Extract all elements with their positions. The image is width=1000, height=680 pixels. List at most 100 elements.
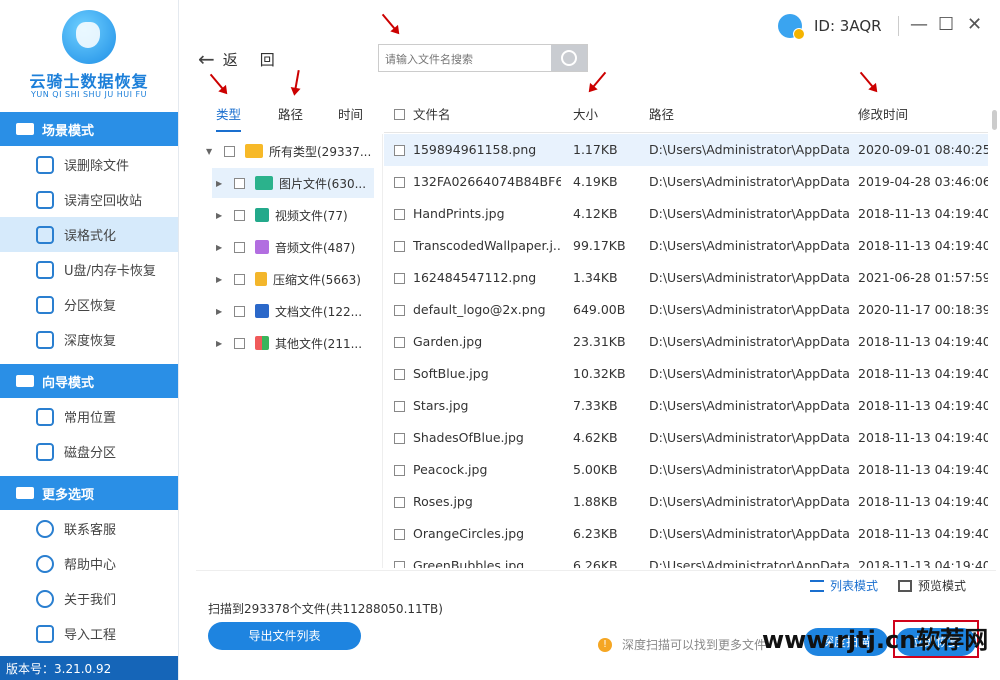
row-checkbox[interactable] xyxy=(394,273,405,284)
sidebar-item-common-locations[interactable]: 常用位置 xyxy=(0,399,178,434)
table-row[interactable]: default_logo@2x.png 649.00B D:\Users\Admin… xyxy=(384,294,988,326)
row-checkbox[interactable] xyxy=(394,337,405,348)
column-header-name[interactable]: 文件名 xyxy=(413,98,451,132)
search-button[interactable] xyxy=(551,45,587,71)
close-icon[interactable]: ✕ xyxy=(967,14,982,36)
tree-item-all[interactable]: ▼ 所有类型(29337... xyxy=(200,136,376,166)
file-mtime-cell: 2019-04-28 03:46:06 xyxy=(858,174,988,189)
table-row[interactable]: OrangeCircles.jpg 6.23KB D:\Users\Administ… xyxy=(384,518,988,550)
tree-checkbox[interactable] xyxy=(234,273,245,285)
file-table: 159894961158.png 1.17KB D:\Users\Administr… xyxy=(384,134,988,568)
sidebar-item-format[interactable]: 误格式化 xyxy=(0,217,178,252)
row-checkbox[interactable] xyxy=(394,209,405,220)
row-checkbox[interactable] xyxy=(394,529,405,540)
tree-checkbox[interactable] xyxy=(234,209,245,221)
deleted-file-icon xyxy=(36,155,54,174)
expand-icon[interactable]: ▶ xyxy=(216,339,226,348)
row-checkbox[interactable] xyxy=(394,401,405,412)
tab-time[interactable]: 时间 xyxy=(338,98,363,130)
table-row[interactable]: HandPrints.jpg 4.12KB D:\Users\Administrat… xyxy=(384,198,988,230)
table-row[interactable]: SoftBlue.jpg 10.32KB D:\Users\Administrato… xyxy=(384,358,988,390)
sidebar-item-help-center[interactable]: 帮助中心 xyxy=(0,546,178,581)
sidebar: 云骑士数据恢复 YUN QI SHI SHU JU HUI FU 场景模式 误删… xyxy=(0,0,179,680)
tree-checkbox[interactable] xyxy=(234,305,245,317)
tab-type[interactable]: 类型 xyxy=(216,98,242,132)
sidebar-item-usb-recovery[interactable]: U盘/内存卡恢复 xyxy=(0,252,178,287)
table-row[interactable]: Stars.jpg 7.33KB D:\Users\Administrator\Ap… xyxy=(384,390,988,422)
tree-item-images[interactable]: ▶ 图片文件(630... xyxy=(212,168,374,198)
file-name-cell: HandPrints.jpg xyxy=(413,206,505,221)
sidebar-item-about[interactable]: 关于我们 xyxy=(0,581,178,616)
list-mode-button[interactable]: 列表模式 xyxy=(810,577,878,594)
column-header-mtime[interactable]: 修改时间 xyxy=(858,98,908,132)
row-checkbox[interactable] xyxy=(394,241,405,252)
back-arrow-icon: ← xyxy=(198,47,215,71)
minimize-icon[interactable]: — xyxy=(910,14,928,36)
table-row[interactable]: 159894961158.png 1.17KB D:\Users\Administr… xyxy=(384,134,988,166)
table-row[interactable]: Peacock.jpg 5.00KB D:\Users\Administrator\… xyxy=(384,454,988,486)
expand-icon[interactable]: ▶ xyxy=(216,275,226,284)
tree-checkbox[interactable] xyxy=(234,241,245,253)
sidebar-item-label: 分区恢复 xyxy=(64,299,117,314)
column-header-size[interactable]: 大小 xyxy=(573,98,598,132)
table-row[interactable]: TranscodedWallpaper.j... 99.17KB D:\Users\… xyxy=(384,230,988,262)
export-file-list-button[interactable]: 导出文件列表 xyxy=(208,622,361,650)
maximize-icon[interactable]: ☐ xyxy=(938,14,954,36)
row-checkbox[interactable] xyxy=(394,305,405,316)
row-checkbox[interactable] xyxy=(394,433,405,444)
table-row[interactable]: Roses.jpg 1.88KB D:\Users\Administrator\Ap… xyxy=(384,486,988,518)
tree-checkbox[interactable] xyxy=(234,337,245,349)
file-size-cell: 4.12KB xyxy=(573,206,618,221)
tree-item-videos[interactable]: ▶ 视频文件(77) xyxy=(212,200,374,230)
tree-checkbox[interactable] xyxy=(234,177,245,189)
tree-item-audio[interactable]: ▶ 音频文件(487) xyxy=(212,232,374,262)
window-separator xyxy=(898,16,899,36)
expand-icon[interactable]: ▶ xyxy=(216,307,226,316)
sidebar-item-recycle-bin[interactable]: 误清空回收站 xyxy=(0,182,178,217)
expand-icon[interactable]: ▶ xyxy=(216,243,226,252)
tree-item-archives[interactable]: ▶ 压缩文件(5663) xyxy=(212,264,374,294)
row-checkbox[interactable] xyxy=(394,465,405,476)
sidebar-item-label: 导入工程 xyxy=(64,628,117,643)
sidebar-item-deep-recovery[interactable]: 深度恢复 xyxy=(0,322,178,357)
table-row[interactable]: ShadesOfBlue.jpg 4.62KB D:\Users\Administr… xyxy=(384,422,988,454)
tree-checkbox[interactable] xyxy=(224,145,235,157)
user-id[interactable]: ID: 3AQR xyxy=(778,14,882,40)
expand-icon[interactable]: ▶ xyxy=(216,211,226,220)
preview-mode-button[interactable]: 预览模式 xyxy=(898,577,966,594)
sd-card-icon xyxy=(36,260,54,279)
tree-item-documents[interactable]: ▶ 文档文件(122... xyxy=(212,296,374,326)
expand-icon[interactable]: ▼ xyxy=(206,147,216,156)
table-row[interactable]: GreenBubbles.jpg 6.26KB D:\Users\Administr… xyxy=(384,550,988,568)
tree-tabs: 类型 路径 时间 xyxy=(206,98,376,132)
back-button[interactable]: ← 返 回 xyxy=(198,47,275,71)
tree-item-label: 其他文件(211... xyxy=(275,336,363,351)
expand-icon[interactable]: ▶ xyxy=(216,179,226,188)
sidebar-item-import-project[interactable]: 导入工程 xyxy=(0,616,178,651)
sidebar-item-deleted-files[interactable]: 误删除文件 xyxy=(0,147,178,182)
row-checkbox[interactable] xyxy=(394,561,405,568)
pane-divider xyxy=(382,134,383,568)
section-more-options[interactable]: 更多选项 xyxy=(0,476,178,510)
sidebar-item-disk-partition[interactable]: 磁盘分区 xyxy=(0,434,178,469)
format-disk-icon xyxy=(36,225,54,244)
table-row[interactable]: Garden.jpg 23.31KB D:\Users\Administrator\… xyxy=(384,326,988,358)
file-path-cell: D:\Users\Administrator\AppData... xyxy=(649,270,849,285)
row-checkbox[interactable] xyxy=(394,497,405,508)
tab-path[interactable]: 路径 xyxy=(278,98,303,130)
column-header-path[interactable]: 路径 xyxy=(649,98,674,132)
row-checkbox[interactable] xyxy=(394,177,405,188)
sidebar-item-partition-recovery[interactable]: 分区恢复 xyxy=(0,287,178,322)
section-wizard-mode[interactable]: 向导模式 xyxy=(0,364,178,398)
scrollbar[interactable] xyxy=(992,110,997,130)
table-row[interactable]: 162484547112.png 1.34KB D:\Users\Administr… xyxy=(384,262,988,294)
row-checkbox[interactable] xyxy=(394,369,405,380)
row-checkbox[interactable] xyxy=(394,145,405,156)
bottom-divider xyxy=(196,570,996,571)
section-scene-mode[interactable]: 场景模式 xyxy=(0,112,178,146)
tree-item-others[interactable]: ▶ 其他文件(211... xyxy=(212,328,374,358)
table-row[interactable]: 132FA02664074B84BF67... 4.19KB D:\Users\Ad… xyxy=(384,166,988,198)
search-input[interactable] xyxy=(379,45,559,73)
sidebar-item-customer-service[interactable]: 联系客服 xyxy=(0,511,178,546)
select-all-checkbox[interactable] xyxy=(394,109,405,120)
